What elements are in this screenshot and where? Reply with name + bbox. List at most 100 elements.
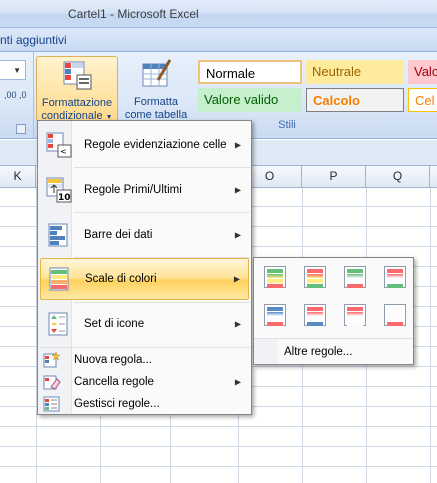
submenu-arrow-icon: ▶	[234, 185, 241, 195]
style-calcolo[interactable]: Calcolo	[306, 88, 404, 112]
menu-item-label: Barre dei dati	[84, 229, 153, 241]
style-normale[interactable]: Normale	[198, 60, 302, 84]
color-scale-band	[347, 322, 363, 326]
color-scale-band	[267, 322, 283, 326]
submenu-arrow-icon: ▶	[234, 377, 241, 387]
submenu-arrow-icon: ▶	[233, 274, 240, 284]
column-header-q[interactable]: Q	[366, 166, 430, 188]
color-scale-band	[387, 269, 403, 273]
color-scale-band	[307, 322, 323, 326]
title-bar: Cartel1 - Microsoft Excel	[0, 0, 437, 28]
color-scale-swatch[interactable]	[344, 304, 366, 326]
color-scale-band	[307, 317, 323, 321]
conditional-formatting-label-1: Formattazione	[41, 97, 113, 109]
color-scale-band	[307, 307, 323, 311]
column-header-r[interactable]	[430, 166, 437, 188]
color-scale-band	[307, 284, 323, 288]
color-scale-band	[267, 284, 283, 288]
color-scale-band	[387, 274, 403, 278]
column-header-p[interactable]: P	[302, 166, 366, 188]
new-rule-icon	[43, 351, 61, 369]
color-scales-icon	[47, 266, 73, 292]
color-scale-band	[347, 279, 363, 283]
color-scale-swatch[interactable]	[264, 266, 286, 288]
clear-rules-icon	[43, 373, 61, 391]
icon-sets-icon	[46, 311, 72, 337]
color-scale-swatch[interactable]	[344, 266, 366, 288]
menu-separator	[40, 347, 250, 348]
color-scale-swatch[interactable]	[304, 266, 326, 288]
more-rules-item[interactable]: Altre regole...	[284, 346, 352, 358]
menu-item-color-scales[interactable]: Scale di colori ▶	[40, 258, 249, 300]
color-scale-band	[387, 307, 403, 311]
color-scale-band	[267, 317, 283, 321]
conditional-formatting-icon	[61, 59, 93, 91]
color-scale-band	[307, 279, 323, 283]
format-table-icon	[140, 58, 172, 90]
menu-item-new-rule[interactable]: Nuova regola...	[40, 349, 249, 371]
gridline	[0, 466, 437, 467]
menu-item-highlight-cells-rules[interactable]: < Regole evidenziazione celle ▶	[40, 124, 249, 166]
column-header-k[interactable]: K	[0, 166, 36, 188]
gridline	[0, 426, 437, 427]
color-scale-band	[347, 274, 363, 278]
color-scale-band	[347, 312, 363, 316]
ribbon-tab-row: nti aggiuntivi	[0, 28, 437, 52]
menu-item-manage-rules[interactable]: Gestisci regole...	[40, 393, 249, 415]
color-scale-band	[347, 307, 363, 311]
conditional-formatting-button[interactable]: Formattazione condizionale ▼	[36, 56, 118, 122]
menu-item-clear-rules[interactable]: Cancella regole ▶	[40, 371, 249, 393]
number-format-dropdown[interactable]: ▼	[0, 60, 26, 80]
style-valore-non-valido[interactable]: Valo	[408, 60, 437, 84]
menu-item-label: Scale di colori	[85, 273, 157, 285]
style-valore-valido[interactable]: Valore valido	[198, 88, 302, 112]
color-scale-band	[387, 279, 403, 283]
dialog-launcher-icon[interactable]	[16, 124, 26, 134]
color-scale-band	[387, 284, 403, 288]
menu-item-label: Set di icone	[84, 318, 145, 330]
submenu-arrow-icon: ▶	[234, 140, 241, 150]
color-scale-swatch[interactable]	[384, 266, 406, 288]
color-scale-band	[347, 284, 363, 288]
color-scale-swatch[interactable]	[384, 304, 406, 326]
menu-gutter	[254, 339, 278, 364]
menu-separator	[74, 212, 250, 213]
chevron-down-icon: ▼	[13, 66, 21, 75]
gridline	[430, 188, 431, 483]
data-bars-icon	[46, 222, 72, 248]
color-scale-band	[267, 307, 283, 311]
color-scales-submenu: Altre regole...	[253, 257, 414, 365]
highlight-rules-icon: <	[46, 132, 72, 158]
color-scale-band	[267, 274, 283, 278]
window-title: Cartel1 - Microsoft Excel	[68, 7, 199, 21]
color-scale-band	[267, 279, 283, 283]
color-scale-band	[307, 274, 323, 278]
style-neutrale[interactable]: Neutrale	[306, 60, 404, 84]
color-scale-swatch[interactable]	[264, 304, 286, 326]
menu-separator	[74, 167, 250, 168]
tab-add-ins[interactable]: nti aggiuntivi	[0, 33, 67, 47]
style-cella-collegata[interactable]: Cel	[408, 88, 437, 112]
color-scale-band	[347, 269, 363, 273]
svg-text:10: 10	[58, 193, 71, 203]
number-group-partial: ▼ ,00 ,0	[0, 52, 34, 138]
menu-item-label: Regole evidenziazione celle	[84, 139, 227, 151]
decimal-buttons[interactable]: ,00 ,0	[4, 90, 27, 100]
menu-item-label: Regole Primi/Ultimi	[84, 184, 182, 196]
svg-text:<: <	[60, 147, 67, 156]
top-bottom-rules-icon: 10	[46, 177, 72, 203]
menu-item-icon-sets[interactable]: Set di icone ▶	[40, 303, 249, 345]
menu-item-label: Cancella regole	[74, 376, 154, 388]
conditional-formatting-menu: < Regole evidenziazione celle ▶ 10 Regol…	[37, 120, 252, 415]
cell-styles-gallery: Normale Neutrale Valo Valore valido Calc…	[196, 58, 437, 116]
format-as-table-label-1: Formatta	[133, 96, 178, 108]
menu-item-top-bottom-rules[interactable]: 10 Regole Primi/Ultimi ▶	[40, 169, 249, 211]
menu-item-data-bars[interactable]: Barre dei dati ▶	[40, 214, 249, 256]
color-scale-band	[267, 269, 283, 273]
color-scale-band	[387, 312, 403, 316]
color-scale-band	[347, 317, 363, 321]
submenu-arrow-icon: ▶	[234, 230, 241, 240]
color-scale-band	[307, 269, 323, 273]
color-scale-band	[387, 322, 403, 326]
color-scale-swatch[interactable]	[304, 304, 326, 326]
